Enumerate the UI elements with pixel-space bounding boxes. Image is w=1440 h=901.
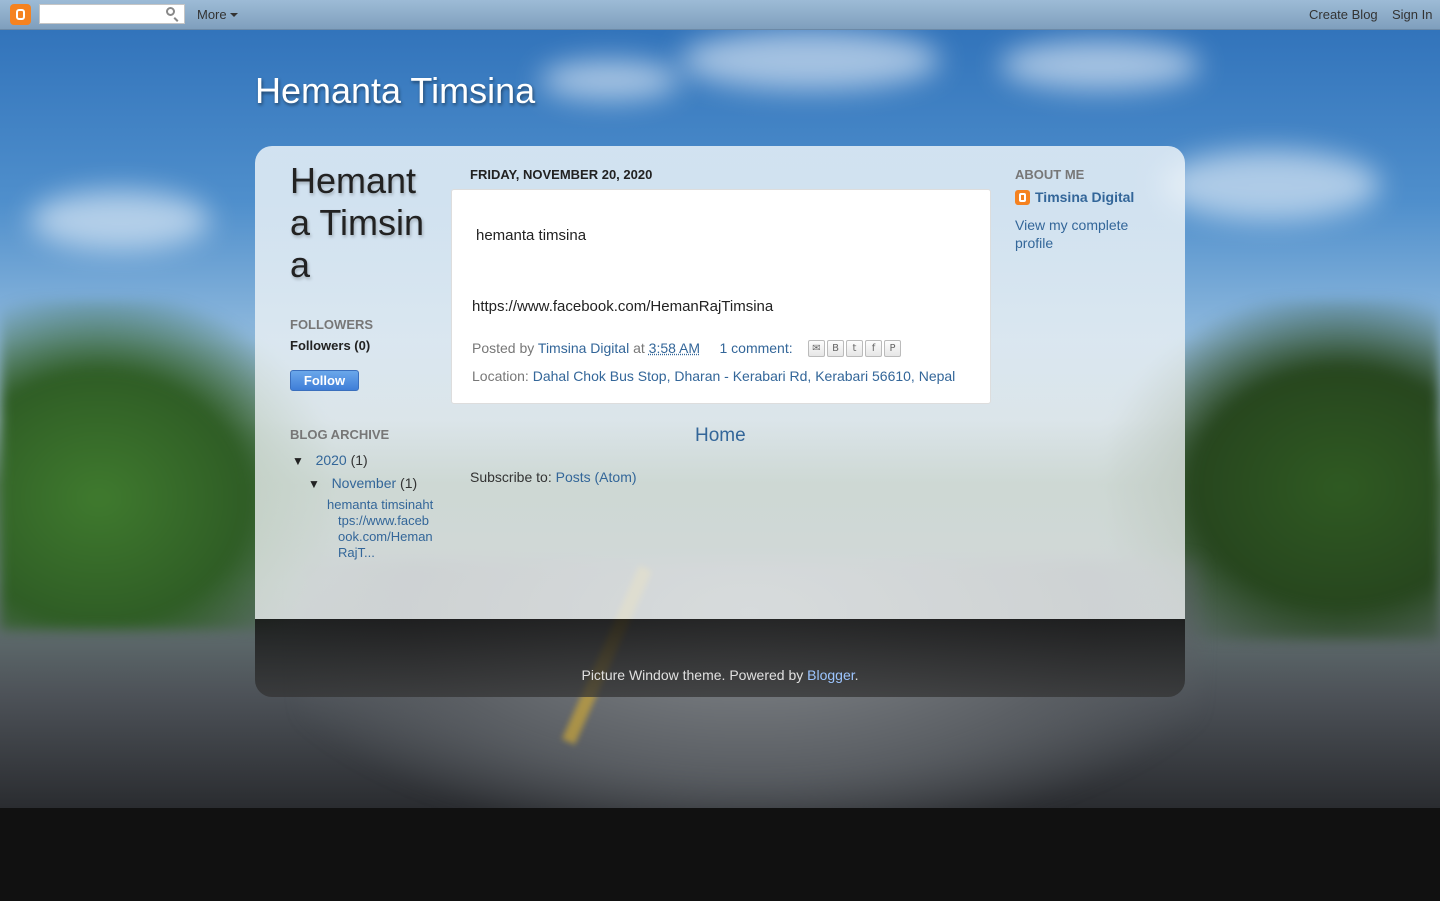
- blogger-logo-icon[interactable]: [10, 4, 31, 25]
- content-card: Hemanta Timsina Followers Followers (0) …: [255, 146, 1185, 697]
- follow-button[interactable]: Follow: [290, 370, 359, 391]
- post-author-link[interactable]: Timsina Digital: [538, 340, 629, 356]
- blogger-navbar: More Create Blog Sign In: [0, 0, 1440, 30]
- post-location: Location: Dahal Chok Bus Stop, Dharan - …: [472, 368, 955, 384]
- location-link[interactable]: Dahal Chok Bus Stop, Dharan - Kerabari R…: [533, 368, 956, 384]
- archive-post-link[interactable]: hemanta timsinahttps://www.facebook.com/…: [327, 497, 436, 561]
- toggle-down-icon[interactable]: ▼: [308, 477, 320, 491]
- email-icon[interactable]: ✉: [808, 340, 825, 357]
- blog-title[interactable]: Hemanta Timsina: [255, 70, 535, 112]
- at-label: at: [633, 340, 645, 356]
- post-time-link[interactable]: 3:58 AM: [649, 340, 700, 356]
- footer-text: Picture Window theme. Powered by: [581, 667, 804, 683]
- footer-attribution: Picture Window theme. Powered by Blogger…: [255, 667, 1185, 683]
- archive-year-link[interactable]: 2020: [316, 452, 347, 468]
- followers-count: Followers (0): [290, 338, 371, 353]
- followers-heading: Followers: [290, 317, 374, 332]
- about-me-heading: About Me: [1015, 167, 1085, 182]
- archive-month-count: (1): [400, 475, 418, 491]
- footer-period: .: [854, 667, 859, 683]
- blog-archive-heading: Blog Archive: [290, 427, 390, 442]
- archive-month-row: ▼ November (1): [308, 475, 417, 491]
- comments-link[interactable]: 1 comment:: [719, 340, 792, 356]
- pinterest-icon[interactable]: P: [884, 340, 901, 357]
- twitter-icon[interactable]: t: [846, 340, 863, 357]
- location-label: Location:: [472, 368, 529, 384]
- subscribe-label: Subscribe to:: [470, 469, 552, 485]
- home-link[interactable]: Home: [695, 425, 746, 447]
- subscribe-row: Subscribe to: Posts (Atom): [470, 469, 637, 485]
- blogger-link[interactable]: Blogger: [807, 667, 854, 683]
- view-profile-link[interactable]: View my complete profile: [1015, 216, 1145, 252]
- profile-name[interactable]: Timsina Digital: [1035, 189, 1134, 205]
- post-body-url: https://www.facebook.com/HemanRajTimsina: [472, 298, 774, 315]
- create-blog-link[interactable]: Create Blog: [1309, 7, 1378, 22]
- post-card: hemanta timsina https://www.facebook.com…: [451, 189, 991, 404]
- subscribe-atom-link[interactable]: Posts (Atom): [556, 469, 637, 485]
- chevron-down-icon: [229, 13, 238, 17]
- archive-year-row: ▼ 2020 (1): [292, 452, 368, 468]
- sidebar-blog-title: Hemanta Timsina: [290, 160, 425, 285]
- footer: [255, 619, 1185, 697]
- post-footer: Posted by Timsina Digital at 3:58 AM 1 c…: [472, 340, 793, 356]
- search-input[interactable]: [39, 4, 185, 24]
- toggle-down-icon[interactable]: ▼: [292, 454, 304, 468]
- search-icon[interactable]: [166, 7, 175, 16]
- more-label: More: [197, 7, 227, 22]
- more-menu[interactable]: More: [197, 7, 238, 22]
- facebook-icon[interactable]: f: [865, 340, 882, 357]
- archive-month-link[interactable]: November: [332, 475, 397, 491]
- posted-by-label: Posted by: [472, 340, 535, 356]
- blogger-icon[interactable]: B: [827, 340, 844, 357]
- sign-in-link[interactable]: Sign In: [1392, 7, 1432, 22]
- archive-year-count: (1): [350, 452, 368, 468]
- post-date-header: Friday, November 20, 2020: [470, 167, 653, 182]
- profile-link[interactable]: Timsina Digital: [1015, 189, 1134, 205]
- post-body-text: hemanta timsina: [476, 227, 587, 244]
- share-buttons: ✉ B t f P: [808, 340, 903, 357]
- blogger-profile-icon: [1015, 189, 1030, 205]
